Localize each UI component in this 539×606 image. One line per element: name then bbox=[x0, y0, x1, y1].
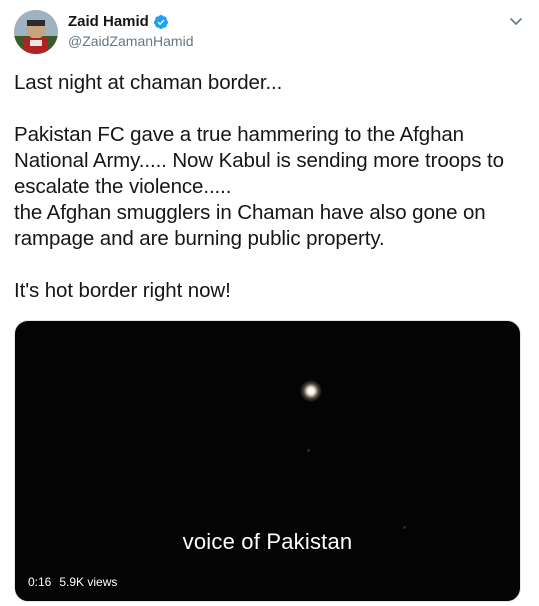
video-caption: voice of Pakistan bbox=[182, 529, 353, 554]
video-views: 5.9K views bbox=[59, 575, 118, 589]
dim-light bbox=[307, 449, 310, 452]
video-duration: 0:16 bbox=[28, 575, 52, 589]
avatar[interactable] bbox=[14, 10, 58, 54]
video-meta: 0:16 5.9K views bbox=[28, 575, 117, 590]
author-handle[interactable]: @ZaidZamanHamid bbox=[68, 33, 193, 50]
tweet-card: Zaid Hamid @ZaidZamanHamid Last night at… bbox=[0, 0, 539, 606]
tweet-text: Last night at chaman border... Pakistan … bbox=[14, 71, 504, 302]
flare-light bbox=[300, 380, 322, 402]
video-player[interactable]: voice of Pakistan 0:16 5.9K views bbox=[14, 320, 521, 602]
verified-badge-icon bbox=[153, 14, 169, 30]
author-name-row: Zaid Hamid bbox=[68, 13, 169, 31]
author-display-name[interactable]: Zaid Hamid bbox=[68, 13, 149, 31]
chevron-down-icon[interactable] bbox=[507, 12, 525, 30]
